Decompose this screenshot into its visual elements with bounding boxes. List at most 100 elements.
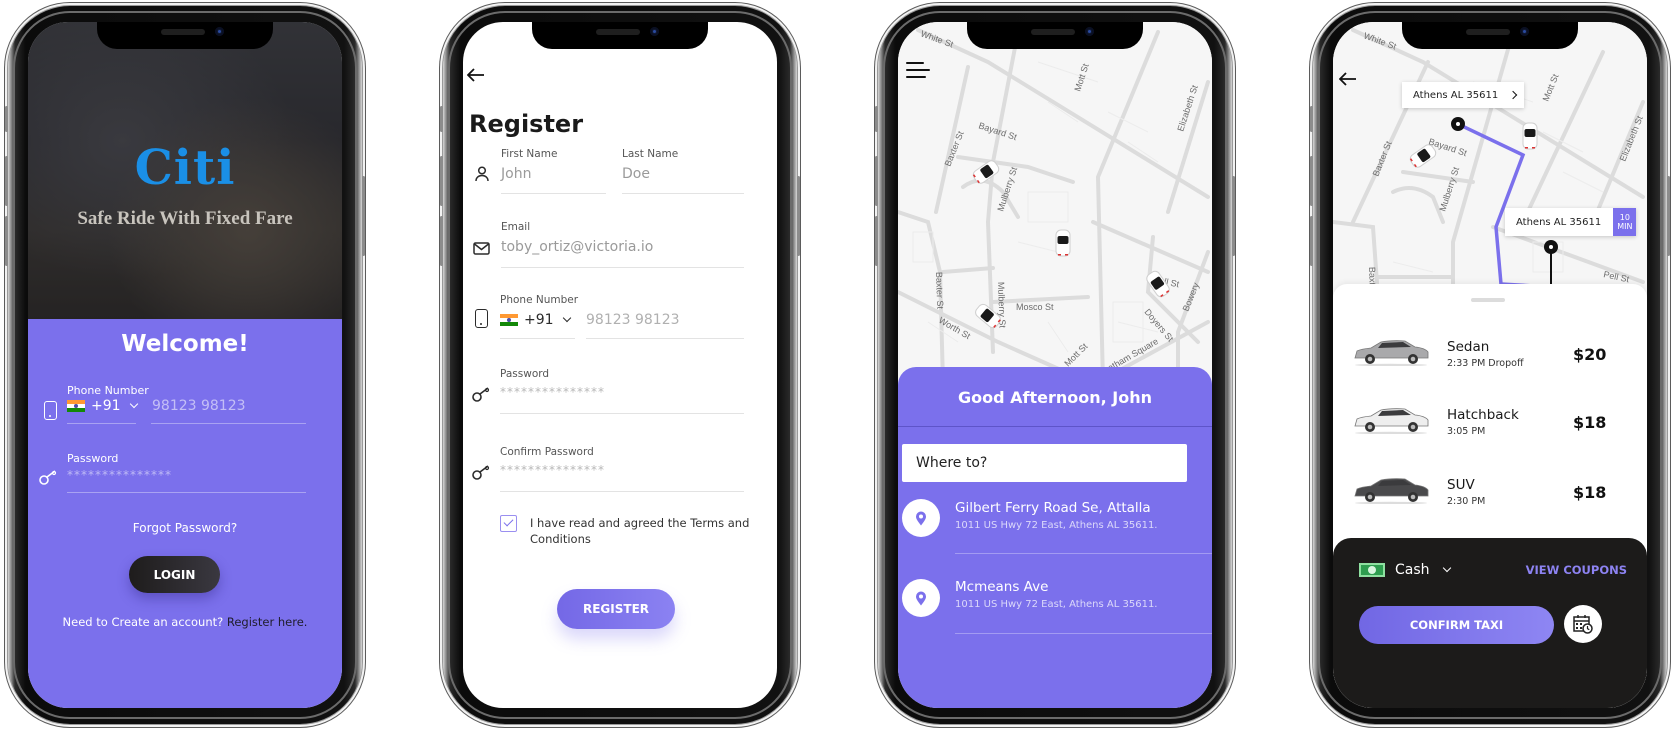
greeting: Good Afternoon, John: [957, 388, 1152, 407]
page-title: Register: [469, 110, 584, 138]
street-label-bowery: Bowery: [1181, 281, 1202, 313]
confirm-password-label: Confirm Password: [500, 446, 594, 458]
india-flag-icon: [67, 400, 85, 412]
street-label-mosco-st: Mosco St: [1016, 302, 1054, 312]
map[interactable]: White St Bayard St Baxter St Mulberry St…: [898, 22, 1212, 382]
divider: [955, 633, 1212, 634]
terms-checkbox[interactable]: [500, 515, 517, 532]
confirm-taxi-button[interactable]: CONFIRM TAXI: [1359, 606, 1554, 644]
login-form: Welcome! Phone Number +91 98123 98123 Pa…: [28, 319, 342, 708]
register-link[interactable]: Register here.: [227, 615, 308, 629]
phone-register-screen: Register First Name John Last Name Doe E…: [440, 6, 800, 724]
mobile-phone-icon: [44, 401, 57, 420]
screen: Register First Name John Last Name Doe E…: [463, 22, 777, 708]
volume-down-button: [5, 216, 8, 266]
email-label: Email: [501, 221, 531, 233]
volume-up-button: [875, 156, 878, 206]
where-to-input[interactable]: Where to?: [902, 444, 1187, 482]
hero-background-photo: Citi Safe Ride With Fixed Fare: [28, 22, 342, 319]
country-code-value: +91: [524, 312, 554, 328]
password-input[interactable]: ***************: [500, 385, 605, 399]
confirm-password-underline: [500, 491, 744, 492]
country-code-select[interactable]: +91: [67, 398, 138, 414]
back-arrow-icon[interactable]: [1339, 72, 1357, 86]
volume-up-button: [440, 156, 443, 206]
notch: [1402, 22, 1578, 49]
destination-panel: Good Afternoon, John Where to? Gilbert F…: [898, 367, 1212, 708]
screen: Citi Safe Ride With Fixed Fare Welcome! …: [28, 22, 342, 708]
password-label: Password: [67, 452, 119, 465]
password-underline: [67, 492, 306, 493]
ride-option-sedan[interactable]: Sedan 2:33 PM Dropoff $20: [1333, 334, 1647, 394]
street-label-pell-st: Pell St: [1603, 269, 1631, 284]
mobile-phone-icon: [475, 309, 488, 328]
first-name-input[interactable]: John: [501, 166, 531, 182]
last-name-input[interactable]: Doe: [622, 166, 650, 182]
place-address: 1011 US Hwy 72 East, Athens AL 35611.: [955, 599, 1158, 610]
volume-up-button: [5, 156, 8, 206]
phone-input[interactable]: 98123 98123: [586, 312, 680, 328]
payment-method-value: Cash: [1395, 562, 1430, 578]
email-underline: [501, 267, 744, 268]
car-side-icon: [1354, 408, 1429, 434]
calendar-clock-icon: [1573, 615, 1593, 634]
ride-name: SUV: [1447, 477, 1475, 493]
eta-badge: 10 MIN: [1613, 208, 1637, 236]
phone-home-screen: White St Bayard St Baxter St Mulberry St…: [875, 6, 1235, 724]
map-streets: White St Bayard St Baxter St Mulberry St…: [898, 28, 1210, 382]
place-title: Gilbert Ferry Road Se, Attalla: [955, 500, 1151, 516]
recent-place-item[interactable]: Gilbert Ferry Road Se, Attalla 1011 US H…: [898, 495, 1212, 570]
car-side-icon: [1354, 478, 1429, 504]
mute-switch: [5, 106, 8, 132]
phone-input[interactable]: 98123 98123: [152, 398, 246, 414]
mute-switch: [440, 106, 443, 132]
ride-time: 3:05 PM: [1447, 426, 1486, 437]
map[interactable]: White St Bayard St Baxter St Mulberry St…: [1333, 22, 1647, 297]
power-button: [1232, 176, 1235, 256]
forgot-password-link[interactable]: Forgot Password?: [28, 521, 342, 535]
pickup-location-tag[interactable]: Athens AL 35611: [1402, 82, 1525, 108]
payment-method-select[interactable]: Cash: [1359, 562, 1451, 578]
ride-option-suv[interactable]: SUV 2:30 PM $18: [1333, 472, 1647, 532]
password-input[interactable]: ***************: [67, 468, 172, 482]
volume-down-button: [1310, 216, 1313, 266]
divider: [955, 553, 1212, 554]
notch: [97, 22, 273, 49]
street-label-elizabeth-st: Elizabeth St: [1618, 114, 1645, 163]
register-button[interactable]: REGISTER: [557, 589, 675, 629]
location-pin-icon: [902, 499, 940, 537]
welcome-heading: Welcome!: [121, 331, 249, 357]
last-name-underline: [622, 193, 744, 194]
ride-name: Sedan: [1447, 339, 1490, 355]
volume-down-button: [875, 216, 878, 266]
ride-time: 2:33 PM Dropoff: [1447, 358, 1524, 369]
user-icon: [475, 166, 489, 182]
drag-handle[interactable]: [1471, 298, 1505, 302]
dropoff-location-text: Athens AL 35611: [1516, 216, 1602, 228]
brand-logo: Citi: [134, 140, 236, 196]
schedule-ride-button[interactable]: [1564, 605, 1602, 643]
password-label: Password: [500, 368, 550, 380]
login-button[interactable]: LOGIN: [129, 556, 220, 593]
place-address: 1011 US Hwy 72 East, Athens AL 35611.: [955, 520, 1158, 531]
india-flag-icon: [500, 314, 518, 326]
notch: [967, 22, 1143, 49]
ride-option-hatchback[interactable]: Hatchback 3:05 PM $18: [1333, 402, 1647, 462]
view-coupons-link[interactable]: VIEW COUPONS: [1526, 563, 1627, 577]
back-arrow-icon[interactable]: [467, 68, 485, 82]
country-code-select[interactable]: +91: [500, 312, 571, 328]
create-account-text: Need to Create an account?: [62, 615, 224, 629]
hamburger-menu-icon[interactable]: [906, 62, 930, 80]
street-label-baxter-st: Baxter St: [1371, 139, 1394, 178]
chevron-down-icon: [562, 313, 571, 323]
email-input[interactable]: toby_ortiz@victoria.io: [501, 239, 653, 255]
notch: [532, 22, 708, 49]
street-label-mott-st: Mott St: [1541, 72, 1561, 103]
ride-time: 2:30 PM: [1447, 496, 1486, 507]
confirm-password-input[interactable]: ***************: [500, 463, 605, 477]
street-label-baxter-st-2: Baxter St: [934, 272, 945, 310]
recent-place-item[interactable]: Mcmeans Ave 1011 US Hwy 72 East, Athens …: [898, 575, 1212, 650]
power-button: [1667, 176, 1670, 256]
country-code-underline: [500, 338, 575, 339]
ride-name: Hatchback: [1447, 407, 1519, 423]
